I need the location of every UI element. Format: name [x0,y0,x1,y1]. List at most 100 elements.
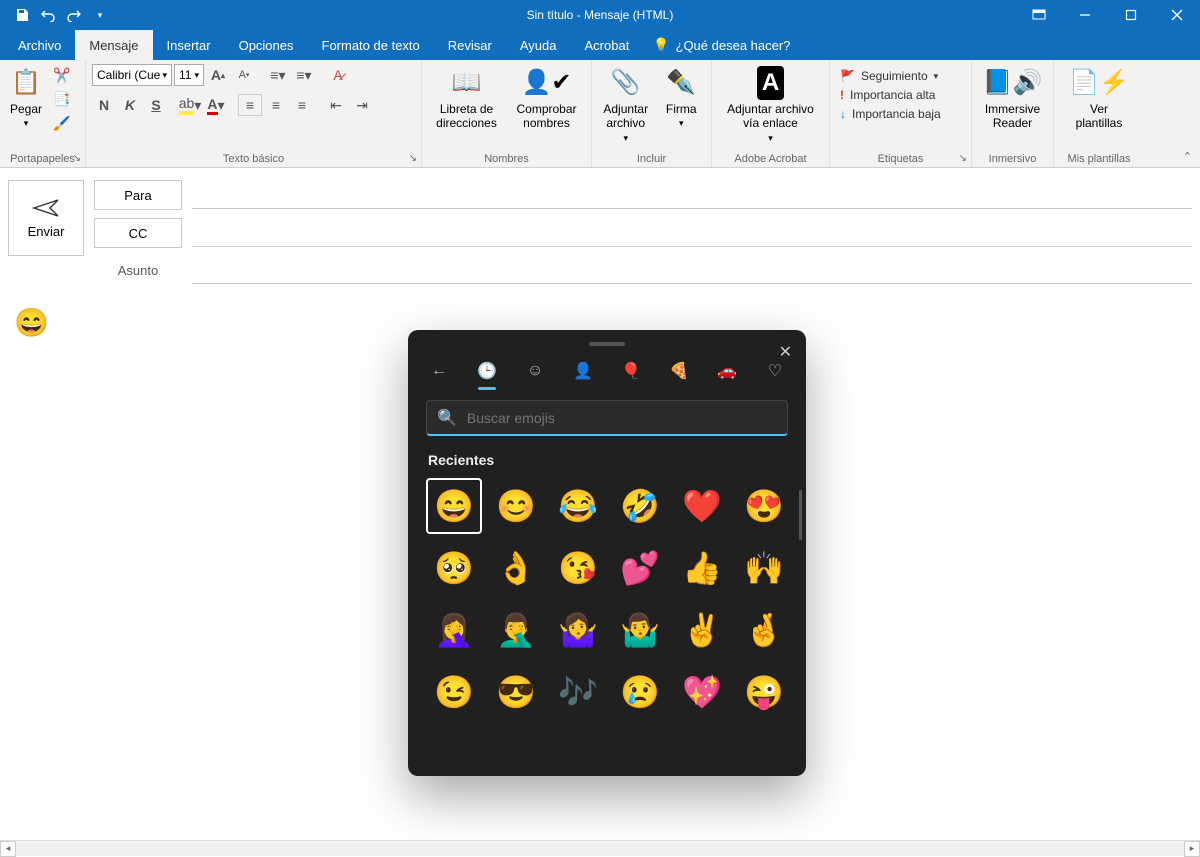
recent-tab-icon[interactable]: 🕒 [476,360,498,382]
highlight-icon[interactable]: ab▾ [178,94,202,116]
tab-format[interactable]: Formato de texto [308,30,434,60]
align-left-icon[interactable]: ≡ [238,94,262,116]
emoji-cell[interactable]: 😊 [488,478,544,534]
paste-button[interactable]: 📋 Pegar ▾ [6,64,46,131]
font-color-icon[interactable]: A▾ [204,94,228,116]
subject-field[interactable] [192,256,1192,284]
tab-options[interactable]: Opciones [225,30,308,60]
tab-file[interactable]: Archivo [4,30,75,60]
picker-scrollbar[interactable] [799,490,802,540]
font-size-select[interactable]: 11▾ [174,64,204,86]
people-tab-icon[interactable]: 👤 [572,360,594,382]
symbols-tab-icon[interactable]: ♡ [764,360,786,382]
shrink-font-icon[interactable]: A▾ [232,64,256,86]
emoji-cell[interactable]: 🤞 [736,602,792,658]
picker-back-icon[interactable]: ← [428,360,450,382]
cc-field[interactable] [192,219,1192,247]
tags-launcher-icon[interactable]: ↘ [959,153,967,164]
signature-button[interactable]: ✒️ Firma▾ [657,64,705,131]
save-icon[interactable] [10,3,34,27]
scroll-left-icon[interactable]: ◂ [0,841,16,857]
emoji-cell[interactable]: 😢 [612,664,668,720]
high-importance-button[interactable]: !Importancia alta [836,87,939,103]
emoji-cell[interactable]: ❤️ [674,478,730,534]
emoji-cell[interactable]: 💕 [612,540,668,596]
emoji-cell[interactable]: 😉 [426,664,482,720]
copy-icon[interactable]: 📑 [50,88,74,110]
align-right-icon[interactable]: ≡ [290,94,314,116]
maximize-icon[interactable] [1108,0,1154,30]
send-button[interactable]: Enviar [8,180,84,256]
clipboard-launcher-icon[interactable]: ↘ [73,153,81,164]
align-center-icon[interactable]: ≡ [264,94,288,116]
decrease-indent-icon[interactable]: ⇤ [324,94,348,116]
to-field[interactable] [192,181,1192,209]
close-icon[interactable] [1154,0,1200,30]
attach-file-button[interactable]: 📎 Adjuntar archivo▾ [598,64,653,146]
font-name-select[interactable]: Calibri (Cue▾ [92,64,172,86]
ribbon-display-icon[interactable] [1016,0,1062,30]
emoji-cell[interactable]: 🤣 [612,478,668,534]
view-templates-button[interactable]: 📄⚡ Ver plantillas [1064,64,1134,133]
underline-icon[interactable]: S [144,94,168,116]
clear-formatting-icon[interactable]: A̷ [326,64,350,86]
emoji-cell[interactable]: 👍 [674,540,730,596]
immersive-reader-button[interactable]: 📘🔊 Immersive Reader [978,64,1047,133]
follow-up-button[interactable]: 🚩Seguimiento▾ [836,68,942,84]
emoji-cell[interactable]: ✌️ [674,602,730,658]
emoji-cell[interactable]: 🤦‍♀️ [426,602,482,658]
basic-text-launcher-icon[interactable]: ↘ [409,153,417,164]
low-importance-button[interactable]: ↓Importancia baja [836,106,945,122]
emoji-cell[interactable]: 😜 [736,664,792,720]
celebration-tab-icon[interactable]: 🎈 [620,360,642,382]
cut-icon[interactable]: ✂️ [50,64,74,86]
address-book-button[interactable]: 📖 Libreta de direcciones [429,64,505,133]
emoji-cell[interactable]: 😎 [488,664,544,720]
emoji-cell[interactable]: 🤷‍♂️ [612,602,668,658]
to-button[interactable]: Para [94,180,182,210]
tab-help[interactable]: Ayuda [506,30,571,60]
emoji-cell[interactable]: 🎶 [550,664,606,720]
tab-acrobat[interactable]: Acrobat [571,30,644,60]
minimize-icon[interactable] [1062,0,1108,30]
emoji-cell[interactable]: 💖 [674,664,730,720]
collapse-ribbon-icon[interactable]: ⌃ [1183,150,1192,163]
cc-button[interactable]: CC [94,218,182,248]
scroll-right-icon[interactable]: ▸ [1184,841,1200,857]
qat-dropdown-icon[interactable]: ▾ [88,3,112,27]
picker-close-icon[interactable]: ✕ [779,342,792,362]
emoji-cell[interactable]: 🤷‍♀️ [550,602,606,658]
horizontal-scrollbar[interactable]: ◂ ▸ [0,840,1200,856]
undo-icon[interactable] [36,3,60,27]
increase-indent-icon[interactable]: ⇥ [350,94,374,116]
smileys-tab-icon[interactable]: ☺ [524,360,546,382]
check-names-button[interactable]: 👤✔ Comprobar nombres [509,64,585,133]
format-painter-icon[interactable]: 🖌️ [50,112,74,134]
emoji-cell[interactable]: 👌 [488,540,544,596]
emoji-cell[interactable]: 😘 [550,540,606,596]
emoji-cell[interactable]: 😄 [426,478,482,534]
numbering-icon[interactable]: ≡▾ [292,64,316,86]
emoji-cell[interactable]: 🙌 [736,540,792,596]
emoji-cell[interactable]: 😍 [736,478,792,534]
tell-me-search[interactable]: 💡 ¿Qué desea hacer? [653,30,790,60]
tab-review[interactable]: Revisar [434,30,506,60]
food-tab-icon[interactable]: 🍕 [668,360,690,382]
grow-font-icon[interactable]: A▴ [206,64,230,86]
emoji-cell[interactable]: 🥺 [426,540,482,596]
emoji-cell[interactable]: 😂 [550,478,606,534]
follow-up-label: Seguimiento [861,69,928,83]
group-names: 📖 Libreta de direcciones 👤✔ Comprobar no… [422,60,592,167]
picker-search-input[interactable] [467,410,777,426]
tab-message[interactable]: Mensaje [75,30,152,60]
redo-icon[interactable] [62,3,86,27]
picker-search[interactable]: 🔍 [426,400,788,436]
picker-drag-handle[interactable] [589,342,625,346]
transport-tab-icon[interactable]: 🚗 [716,360,738,382]
bullets-icon[interactable]: ≡▾ [266,64,290,86]
tab-insert[interactable]: Insertar [153,30,225,60]
acrobat-attach-link-button[interactable]: A Adjuntar archivo vía enlace▾ [721,64,821,146]
bold-icon[interactable]: N [92,94,116,116]
italic-icon[interactable]: K [118,94,142,116]
emoji-cell[interactable]: 🤦‍♂️ [488,602,544,658]
